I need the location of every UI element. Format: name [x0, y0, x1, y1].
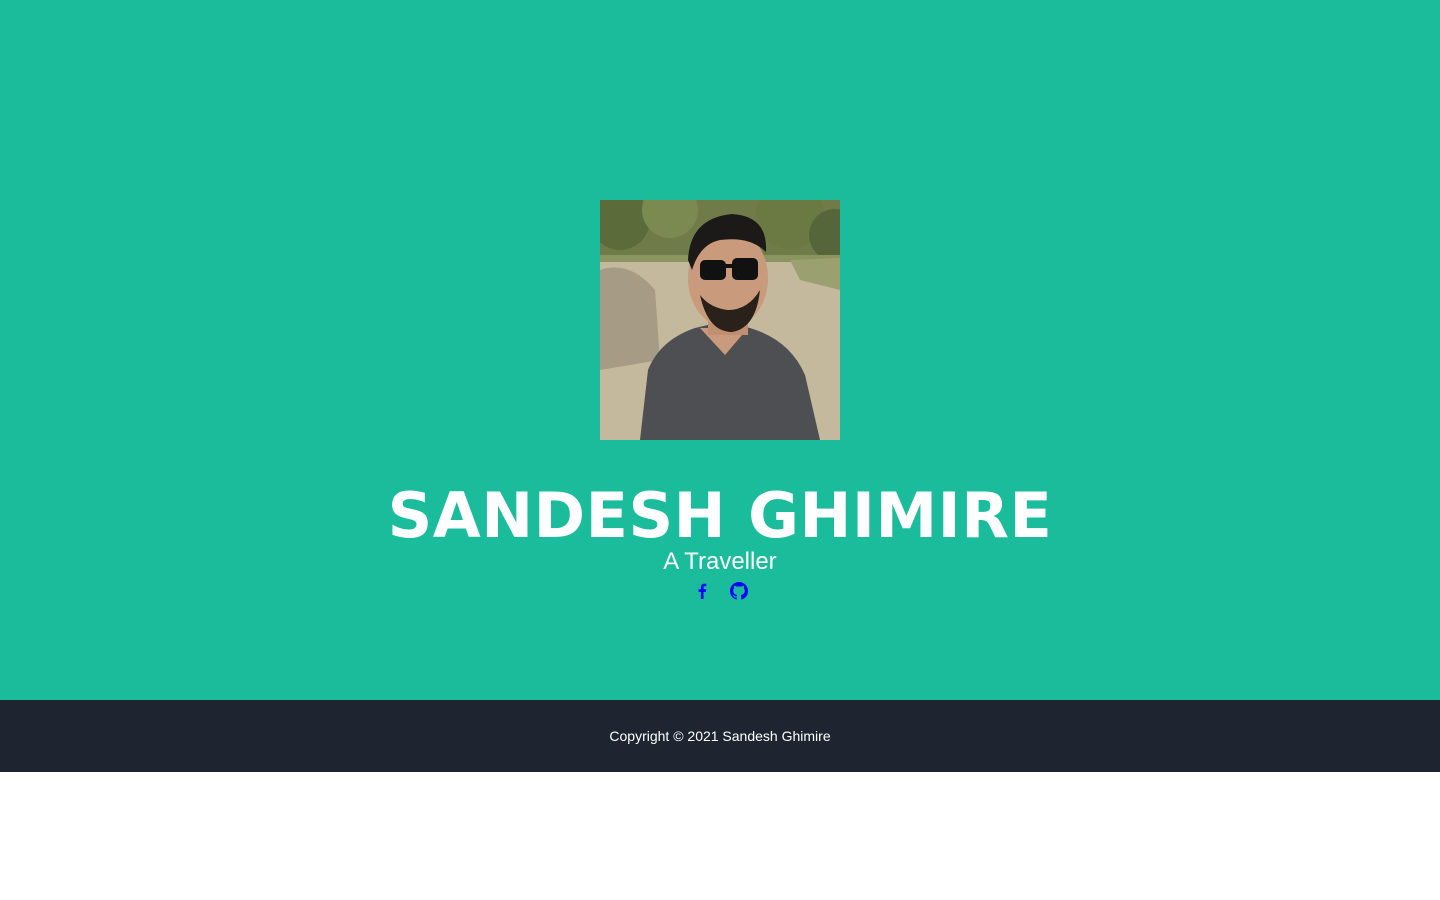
profile-photo — [600, 200, 840, 440]
profile-name: SANDESH GHIMIRE — [387, 479, 1053, 552]
profile-tagline: A Traveller — [663, 548, 777, 575]
github-link[interactable] — [730, 582, 748, 600]
social-links — [0, 582, 1440, 602]
facebook-icon — [694, 582, 710, 600]
github-icon — [730, 582, 748, 600]
copyright-text: Copyright © 2021 Sandesh Ghimire — [609, 728, 831, 744]
footer: Copyright © 2021 Sandesh Ghimire — [0, 700, 1440, 772]
facebook-link[interactable] — [694, 582, 710, 600]
hero-section: SANDESH GHIMIRE A Traveller — [0, 0, 1440, 700]
